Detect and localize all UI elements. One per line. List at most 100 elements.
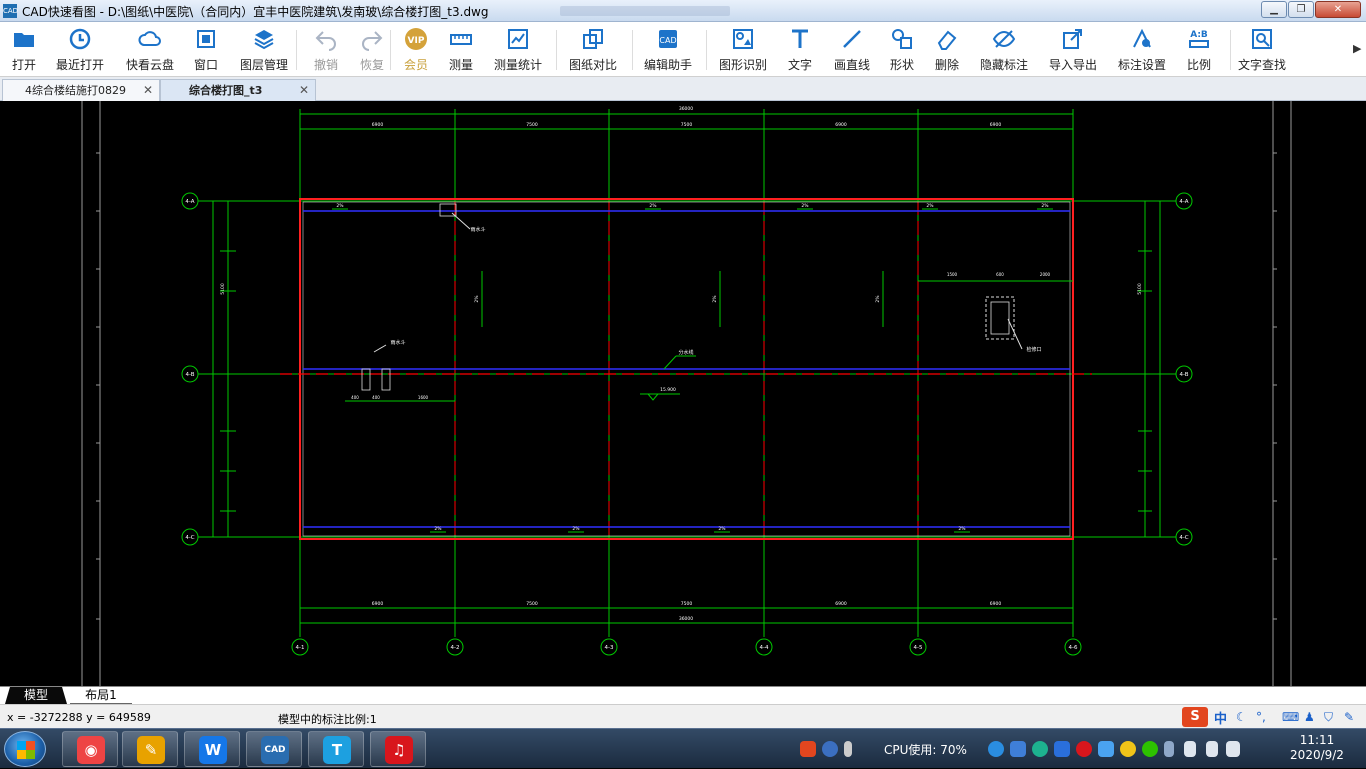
minimize-button[interactable]: ▁ (1261, 1, 1287, 18)
toolbar-button-hide-eye[interactable]: 隐藏标注 (974, 25, 1034, 75)
status-bar: x = -3272288 y = 649589 模型中的标注比例:1 S 中 ☾… (0, 704, 1366, 728)
toolbar-separator (706, 30, 707, 70)
elevation-label: 15.900 (660, 387, 676, 393)
axis-label-column: 4-5 (914, 645, 923, 651)
tab-structural-drawing[interactable]: 4综合楼结施打0829 ✕ (2, 79, 160, 101)
bay-dimension-top: 6900 (835, 122, 847, 128)
toolbar-button-layers[interactable]: 图层管理 (234, 25, 294, 75)
toolbar-more-icon[interactable]: ▶ (1353, 42, 1361, 55)
tab-active-drawing[interactable]: 综合楼打图_t3 ✕ (160, 79, 316, 101)
network-icon[interactable] (1226, 741, 1240, 757)
folder-open-icon (14, 33, 34, 47)
app-logo-icon: CAD (3, 4, 18, 18)
document-tab-bar: 4综合楼结施打0829 ✕ 综合楼打图_t3 ✕ (0, 77, 1366, 101)
toolbar-button-history[interactable]: 最近打开 (50, 25, 110, 75)
browser-tray-icon[interactable] (988, 741, 1004, 757)
toolbar-button-window[interactable]: 窗口 (176, 25, 236, 75)
hatch-dimension: 2000 (1040, 272, 1051, 277)
drain-leader (373, 344, 387, 353)
taskbar-app[interactable]: ◉ (62, 731, 118, 767)
line-icon (843, 30, 861, 48)
keyboard-icon[interactable]: ⌨ (1282, 710, 1299, 724)
edit-assistant-icon: CAD (659, 30, 677, 48)
settings-tray-icon[interactable] (1054, 741, 1070, 757)
bluetooth-icon[interactable] (1164, 741, 1174, 757)
tab-close-icon[interactable]: ✕ (143, 80, 153, 101)
bay-dimension-bottom: 7500 (681, 601, 693, 607)
axis-label-column: 4-2 (451, 645, 460, 651)
sogou-logo-icon[interactable]: S (1182, 707, 1208, 727)
slope-label-vertical: 2% (712, 295, 718, 303)
taskbar-app[interactable]: W (184, 731, 240, 767)
toolbar-button-text[interactable]: 文字 (770, 25, 830, 75)
mail-tray-icon[interactable] (1098, 741, 1114, 757)
toolbar-button-shape-recognition[interactable]: 图形识别 (713, 25, 773, 75)
toolbar-label: 删除 (934, 58, 959, 72)
slope-label: 2% (434, 526, 442, 532)
start-button[interactable] (4, 731, 46, 767)
tab-model[interactable]: 模型 (5, 687, 67, 704)
tab-close-icon[interactable]: ✕ (299, 80, 309, 101)
qq-tray-icon[interactable] (1120, 741, 1136, 757)
layout-tab-bar: 模型 布局1 (0, 686, 1366, 704)
slope-label: 2% (572, 526, 580, 532)
axis-label-column: 4-4 (760, 645, 769, 651)
elevation-marker (646, 393, 660, 401)
close-button[interactable]: ✕ (1315, 1, 1361, 18)
hatch-label: 检修口 (1026, 346, 1041, 353)
clock[interactable]: 11:11 2020/9/2 (1286, 733, 1348, 763)
bay-dimension-bottom: 6900 (835, 601, 847, 607)
wrench-icon[interactable]: ✎ (1344, 710, 1354, 724)
toolbar-label: 隐藏标注 (979, 58, 1028, 72)
shirt-icon[interactable]: ⛉ (1324, 710, 1333, 725)
ime-toolbar[interactable]: S 中 ☾ °, ⌨ ♟ ⛉ ✎ (1182, 707, 1364, 727)
toolbar-button-ruler[interactable]: 测量 (431, 25, 491, 75)
toolbar-button-cloud[interactable]: 快看云盘 (120, 25, 180, 75)
bay-dimension-top: 6900 (372, 122, 384, 128)
wechat-tray-icon[interactable] (1142, 741, 1158, 757)
toolbar-button-eraser[interactable]: 删除 (917, 25, 977, 75)
drawing-canvas[interactable]: 36000 6900 7500 7500 6900 6900 6900 7500 7500 690… (0, 101, 1366, 686)
ime-language[interactable]: 中 (1214, 708, 1227, 727)
hatch-dimension: 1500 (947, 272, 958, 277)
maximize-button[interactable]: ❐ (1288, 1, 1314, 18)
taskbar-app[interactable]: CAD (246, 731, 302, 767)
bay-dimension-top: 7500 (526, 122, 538, 128)
vip-icon: VIP (405, 28, 427, 50)
cube-tray-icon[interactable] (1010, 741, 1026, 757)
toolbar-button-measure-stats[interactable]: 测量统计 (488, 25, 548, 75)
axis-label-row-right: 4-B (1179, 372, 1188, 378)
taskbar-app[interactable]: ♫ (370, 731, 426, 767)
toolbar-button-scale[interactable]: A:B 比例 (1169, 25, 1229, 75)
taskbar-app[interactable]: ✎ (122, 731, 178, 767)
volume-icon[interactable] (1206, 741, 1218, 757)
punctuation-icon[interactable]: °, (1256, 710, 1266, 724)
sogou-tray-icon[interactable] (800, 741, 816, 757)
side-dimension-left: 5100 (220, 283, 226, 295)
toolbar-button-text-search[interactable]: 文字查找 (1232, 25, 1292, 75)
cpu-usage: CPU使用: 70% (884, 743, 967, 757)
coordinate-readout: x = -3272288 y = 649589 (7, 711, 151, 724)
background-window-ghost (560, 6, 730, 16)
music-tray-icon[interactable] (1076, 741, 1092, 757)
toolbar-label: 测量 (448, 58, 473, 72)
device-icon[interactable] (1184, 741, 1196, 757)
security-tray-icon[interactable] (1032, 741, 1048, 757)
slope-label-vertical: 2% (474, 295, 480, 303)
history-icon (69, 28, 91, 50)
skin-icon[interactable]: ♟ (1304, 710, 1315, 724)
toolbar-button-folder-open[interactable]: 打开 (0, 25, 54, 75)
system-tray: CPU使用: 70% 11:11 2020/9/2 (800, 729, 1366, 769)
windows-logo-icon (17, 741, 35, 759)
taskbar-app[interactable]: T (308, 731, 364, 767)
flag-icon[interactable] (844, 741, 852, 757)
toolbar-button-compare[interactable]: 图纸对比 (563, 25, 623, 75)
annotation-scale: 模型中的标注比例:1 (278, 713, 377, 726)
tab-layout1[interactable]: 布局1 (70, 687, 132, 704)
moon-icon[interactable]: ☾ (1236, 710, 1247, 724)
toolbar-button-import-export[interactable]: 导入导出 (1043, 25, 1103, 75)
toolbar-button-annotation-settings[interactable]: 标注设置 (1112, 25, 1172, 75)
help-icon[interactable] (822, 741, 838, 757)
toolbar-button-edit-assistant[interactable]: CAD 编辑助手 (638, 25, 698, 75)
left-dimension: 1600 (418, 395, 429, 400)
